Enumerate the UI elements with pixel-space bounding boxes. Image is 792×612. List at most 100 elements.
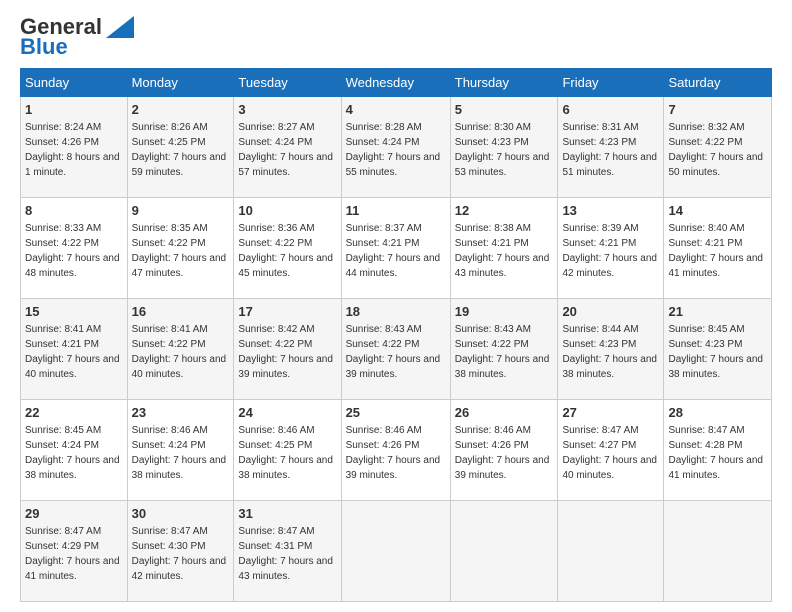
calendar-day-cell: 22 Sunrise: 8:45 AMSunset: 4:24 PMDaylig… xyxy=(21,400,128,501)
day-info: Sunrise: 8:47 AMSunset: 4:31 PMDaylight:… xyxy=(238,526,333,582)
day-number: 21 xyxy=(668,303,767,321)
day-number: 13 xyxy=(562,202,659,220)
day-info: Sunrise: 8:45 AMSunset: 4:23 PMDaylight:… xyxy=(668,324,763,380)
page-header: General Blue xyxy=(20,16,772,58)
day-number: 24 xyxy=(238,404,336,422)
day-number: 19 xyxy=(455,303,554,321)
calendar-day-cell: 1 Sunrise: 8:24 AMSunset: 4:26 PMDayligh… xyxy=(21,97,128,198)
day-number: 11 xyxy=(346,202,446,220)
day-number: 27 xyxy=(562,404,659,422)
day-number: 25 xyxy=(346,404,446,422)
calendar-day-cell: 27 Sunrise: 8:47 AMSunset: 4:27 PMDaylig… xyxy=(558,400,664,501)
calendar-day-cell: 5 Sunrise: 8:30 AMSunset: 4:23 PMDayligh… xyxy=(450,97,558,198)
weekday-header-cell: Tuesday xyxy=(234,69,341,97)
day-info: Sunrise: 8:28 AMSunset: 4:24 PMDaylight:… xyxy=(346,122,441,178)
day-number: 16 xyxy=(132,303,230,321)
weekday-header-row: SundayMondayTuesdayWednesdayThursdayFrid… xyxy=(21,69,772,97)
day-number: 3 xyxy=(238,101,336,119)
calendar-day-cell xyxy=(664,501,772,602)
day-info: Sunrise: 8:43 AMSunset: 4:22 PMDaylight:… xyxy=(455,324,550,380)
day-number: 23 xyxy=(132,404,230,422)
day-info: Sunrise: 8:47 AMSunset: 4:27 PMDaylight:… xyxy=(562,425,657,481)
calendar-day-cell: 20 Sunrise: 8:44 AMSunset: 4:23 PMDaylig… xyxy=(558,299,664,400)
weekday-header-cell: Sunday xyxy=(21,69,128,97)
day-number: 22 xyxy=(25,404,123,422)
calendar-week-row: 29 Sunrise: 8:47 AMSunset: 4:29 PMDaylig… xyxy=(21,501,772,602)
weekday-header-cell: Wednesday xyxy=(341,69,450,97)
day-number: 30 xyxy=(132,505,230,523)
day-number: 8 xyxy=(25,202,123,220)
day-number: 9 xyxy=(132,202,230,220)
calendar-day-cell: 8 Sunrise: 8:33 AMSunset: 4:22 PMDayligh… xyxy=(21,198,128,299)
day-info: Sunrise: 8:46 AMSunset: 4:25 PMDaylight:… xyxy=(238,425,333,481)
calendar-day-cell: 14 Sunrise: 8:40 AMSunset: 4:21 PMDaylig… xyxy=(664,198,772,299)
day-info: Sunrise: 8:46 AMSunset: 4:26 PMDaylight:… xyxy=(346,425,441,481)
calendar-day-cell: 19 Sunrise: 8:43 AMSunset: 4:22 PMDaylig… xyxy=(450,299,558,400)
day-info: Sunrise: 8:39 AMSunset: 4:21 PMDaylight:… xyxy=(562,223,657,279)
calendar-day-cell: 30 Sunrise: 8:47 AMSunset: 4:30 PMDaylig… xyxy=(127,501,234,602)
day-number: 2 xyxy=(132,101,230,119)
day-number: 14 xyxy=(668,202,767,220)
calendar-day-cell xyxy=(558,501,664,602)
weekday-header-cell: Monday xyxy=(127,69,234,97)
weekday-header-cell: Thursday xyxy=(450,69,558,97)
calendar-day-cell: 4 Sunrise: 8:28 AMSunset: 4:24 PMDayligh… xyxy=(341,97,450,198)
day-info: Sunrise: 8:35 AMSunset: 4:22 PMDaylight:… xyxy=(132,223,227,279)
calendar-day-cell: 25 Sunrise: 8:46 AMSunset: 4:26 PMDaylig… xyxy=(341,400,450,501)
day-number: 17 xyxy=(238,303,336,321)
day-info: Sunrise: 8:27 AMSunset: 4:24 PMDaylight:… xyxy=(238,122,333,178)
calendar-day-cell: 15 Sunrise: 8:41 AMSunset: 4:21 PMDaylig… xyxy=(21,299,128,400)
day-info: Sunrise: 8:45 AMSunset: 4:24 PMDaylight:… xyxy=(25,425,120,481)
calendar-day-cell: 29 Sunrise: 8:47 AMSunset: 4:29 PMDaylig… xyxy=(21,501,128,602)
logo: General Blue xyxy=(20,16,134,58)
day-info: Sunrise: 8:41 AMSunset: 4:22 PMDaylight:… xyxy=(132,324,227,380)
day-number: 5 xyxy=(455,101,554,119)
calendar-day-cell: 26 Sunrise: 8:46 AMSunset: 4:26 PMDaylig… xyxy=(450,400,558,501)
day-info: Sunrise: 8:47 AMSunset: 4:29 PMDaylight:… xyxy=(25,526,120,582)
calendar-day-cell: 28 Sunrise: 8:47 AMSunset: 4:28 PMDaylig… xyxy=(664,400,772,501)
day-number: 15 xyxy=(25,303,123,321)
calendar-day-cell: 16 Sunrise: 8:41 AMSunset: 4:22 PMDaylig… xyxy=(127,299,234,400)
day-info: Sunrise: 8:32 AMSunset: 4:22 PMDaylight:… xyxy=(668,122,763,178)
day-info: Sunrise: 8:43 AMSunset: 4:22 PMDaylight:… xyxy=(346,324,441,380)
calendar-body: 1 Sunrise: 8:24 AMSunset: 4:26 PMDayligh… xyxy=(21,97,772,602)
logo-blue: Blue xyxy=(20,36,134,58)
calendar-day-cell: 21 Sunrise: 8:45 AMSunset: 4:23 PMDaylig… xyxy=(664,299,772,400)
calendar-week-row: 15 Sunrise: 8:41 AMSunset: 4:21 PMDaylig… xyxy=(21,299,772,400)
day-number: 29 xyxy=(25,505,123,523)
calendar-week-row: 22 Sunrise: 8:45 AMSunset: 4:24 PMDaylig… xyxy=(21,400,772,501)
calendar-day-cell: 18 Sunrise: 8:43 AMSunset: 4:22 PMDaylig… xyxy=(341,299,450,400)
calendar-day-cell: 6 Sunrise: 8:31 AMSunset: 4:23 PMDayligh… xyxy=(558,97,664,198)
day-number: 20 xyxy=(562,303,659,321)
calendar-week-row: 8 Sunrise: 8:33 AMSunset: 4:22 PMDayligh… xyxy=(21,198,772,299)
calendar-day-cell: 17 Sunrise: 8:42 AMSunset: 4:22 PMDaylig… xyxy=(234,299,341,400)
day-info: Sunrise: 8:46 AMSunset: 4:26 PMDaylight:… xyxy=(455,425,550,481)
day-info: Sunrise: 8:30 AMSunset: 4:23 PMDaylight:… xyxy=(455,122,550,178)
day-number: 10 xyxy=(238,202,336,220)
calendar-day-cell: 10 Sunrise: 8:36 AMSunset: 4:22 PMDaylig… xyxy=(234,198,341,299)
day-info: Sunrise: 8:44 AMSunset: 4:23 PMDaylight:… xyxy=(562,324,657,380)
day-number: 31 xyxy=(238,505,336,523)
weekday-header-cell: Saturday xyxy=(664,69,772,97)
day-info: Sunrise: 8:40 AMSunset: 4:21 PMDaylight:… xyxy=(668,223,763,279)
calendar-table: SundayMondayTuesdayWednesdayThursdayFrid… xyxy=(20,68,772,602)
logo-icon xyxy=(106,16,134,38)
day-info: Sunrise: 8:47 AMSunset: 4:28 PMDaylight:… xyxy=(668,425,763,481)
calendar-day-cell: 24 Sunrise: 8:46 AMSunset: 4:25 PMDaylig… xyxy=(234,400,341,501)
day-info: Sunrise: 8:46 AMSunset: 4:24 PMDaylight:… xyxy=(132,425,227,481)
day-info: Sunrise: 8:41 AMSunset: 4:21 PMDaylight:… xyxy=(25,324,120,380)
calendar-day-cell: 11 Sunrise: 8:37 AMSunset: 4:21 PMDaylig… xyxy=(341,198,450,299)
day-number: 28 xyxy=(668,404,767,422)
calendar-week-row: 1 Sunrise: 8:24 AMSunset: 4:26 PMDayligh… xyxy=(21,97,772,198)
day-number: 12 xyxy=(455,202,554,220)
calendar-day-cell: 23 Sunrise: 8:46 AMSunset: 4:24 PMDaylig… xyxy=(127,400,234,501)
weekday-header-cell: Friday xyxy=(558,69,664,97)
day-number: 26 xyxy=(455,404,554,422)
day-info: Sunrise: 8:47 AMSunset: 4:30 PMDaylight:… xyxy=(132,526,227,582)
calendar-day-cell xyxy=(341,501,450,602)
day-info: Sunrise: 8:37 AMSunset: 4:21 PMDaylight:… xyxy=(346,223,441,279)
day-info: Sunrise: 8:36 AMSunset: 4:22 PMDaylight:… xyxy=(238,223,333,279)
day-info: Sunrise: 8:42 AMSunset: 4:22 PMDaylight:… xyxy=(238,324,333,380)
day-number: 6 xyxy=(562,101,659,119)
day-info: Sunrise: 8:33 AMSunset: 4:22 PMDaylight:… xyxy=(25,223,120,279)
